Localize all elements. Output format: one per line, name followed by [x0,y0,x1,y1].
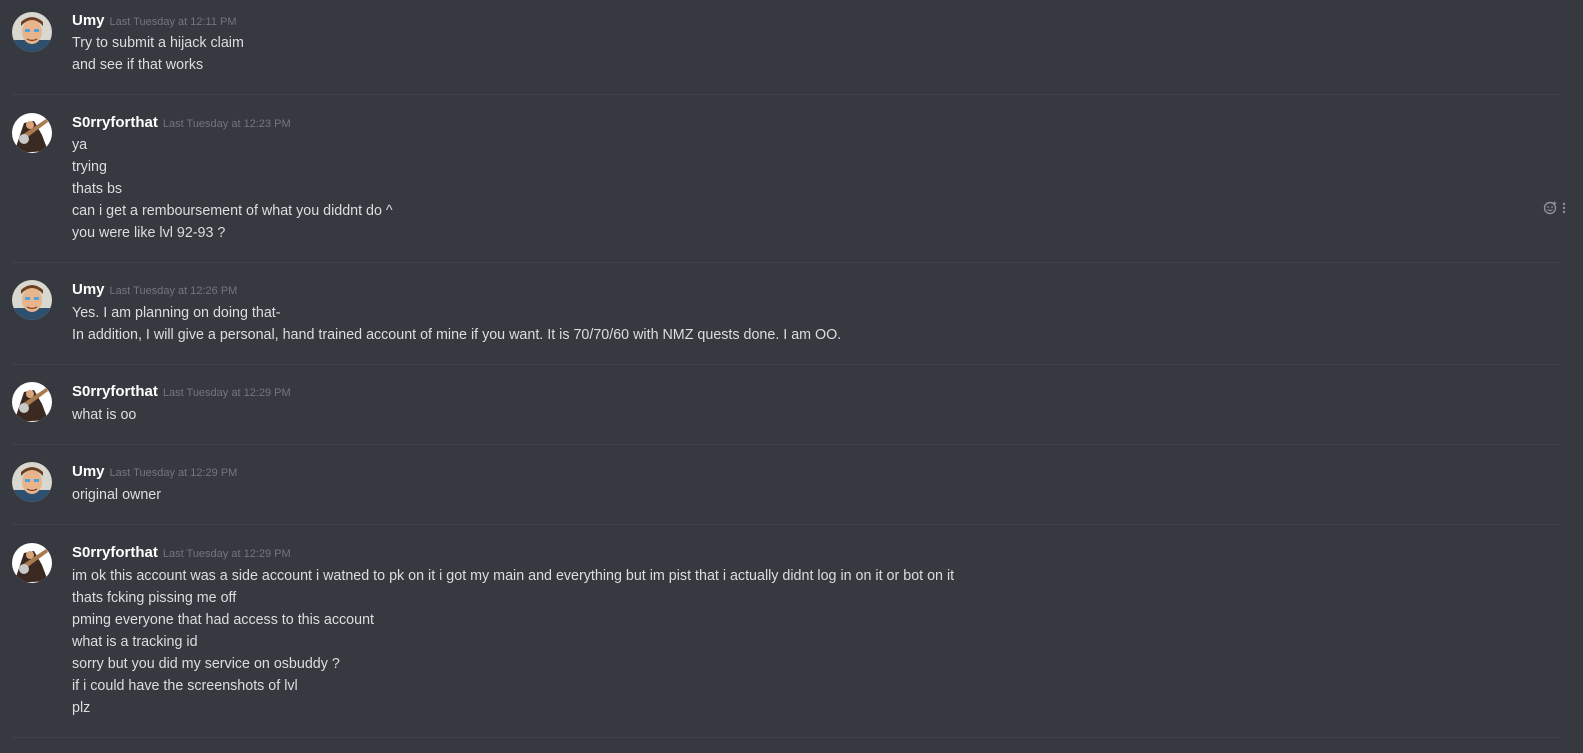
message-content: original owner [72,484,161,506]
message-header: Umy Last Tuesday at 12:11 PM [72,12,237,30]
chat-messages: Umy Last Tuesday at 12:11 PM Try to submi… [0,0,1583,753]
cartoon-man-avatar-icon[interactable] [12,462,52,502]
message-content: Try to submit a hijack claim and see if … [72,32,244,76]
username[interactable]: S0rryforthat [72,544,158,561]
timestamp[interactable]: Last Tuesday at 12:23 PM [163,118,291,130]
message-line: ya [72,137,88,153]
add-reaction-icon[interactable] [1543,201,1557,220]
timestamp[interactable]: Last Tuesday at 12:29 PM [163,548,291,560]
message-line: can i get a remboursement of what you di… [72,203,393,219]
guitarist-avatar-icon[interactable] [12,543,52,583]
message-line: what is a tracking id [72,634,198,650]
message-header: Umy Last Tuesday at 12:29 PM [72,463,237,481]
message-line: you were like lvl 92-93 ? [72,225,226,241]
message-content: ya trying thats bs can i get a rembourse… [72,134,393,244]
cartoon-man-avatar-icon[interactable] [12,12,52,52]
message-header: S0rryforthat Last Tuesday at 12:29 PM [72,544,291,562]
message-line: Try to submit a hijack claim [72,35,244,51]
message-line: plz [72,700,91,716]
message-line: if i could have the screenshots of lvl [72,678,298,694]
timestamp[interactable]: Last Tuesday at 12:11 PM [110,16,237,28]
guitarist-avatar-icon[interactable] [12,382,52,422]
message-line: thats bs [72,181,123,197]
message-content: what is oo [72,404,136,426]
message-line: In addition, I will give a personal, han… [72,327,842,343]
username[interactable]: Umy [72,12,105,29]
message-divider [12,737,1560,738]
message-line: Yes. I am planning on doing that- [72,305,281,321]
message-header: Umy Last Tuesday at 12:26 PM [72,281,237,299]
message-line: and see if that works [72,57,204,73]
message-line: thats fcking pissing me off [72,590,237,606]
timestamp[interactable]: Last Tuesday at 12:29 PM [110,467,238,479]
message-divider [12,444,1560,445]
username[interactable]: S0rryforthat [72,383,158,400]
message-line: pming everyone that had access to this a… [72,612,375,628]
username[interactable]: Umy [72,281,105,298]
message-content: im ok this account was a side account i … [72,565,954,719]
guitarist-avatar-icon[interactable] [12,113,52,153]
timestamp[interactable]: Last Tuesday at 12:26 PM [110,285,238,297]
message-divider [12,364,1560,365]
message-divider [12,94,1560,95]
message-divider [12,524,1560,525]
message-line: what is oo [72,407,137,423]
message-content: Yes. I am planning on doing that- In add… [72,302,841,346]
message-line: original owner [72,487,162,503]
more-options-icon[interactable] [1562,201,1566,220]
message-hover-actions [1531,201,1571,217]
message-header: S0rryforthat Last Tuesday at 12:23 PM [72,114,291,132]
message-line: trying [72,159,107,175]
message-line: sorry but you did my service on osbuddy … [72,656,340,672]
timestamp[interactable]: Last Tuesday at 12:29 PM [163,387,291,399]
username[interactable]: Umy [72,463,105,480]
message-header: S0rryforthat Last Tuesday at 12:29 PM [72,383,291,401]
username[interactable]: S0rryforthat [72,114,158,131]
message-line: im ok this account was a side account i … [72,568,955,584]
message-divider [12,262,1560,263]
cartoon-man-avatar-icon[interactable] [12,280,52,320]
